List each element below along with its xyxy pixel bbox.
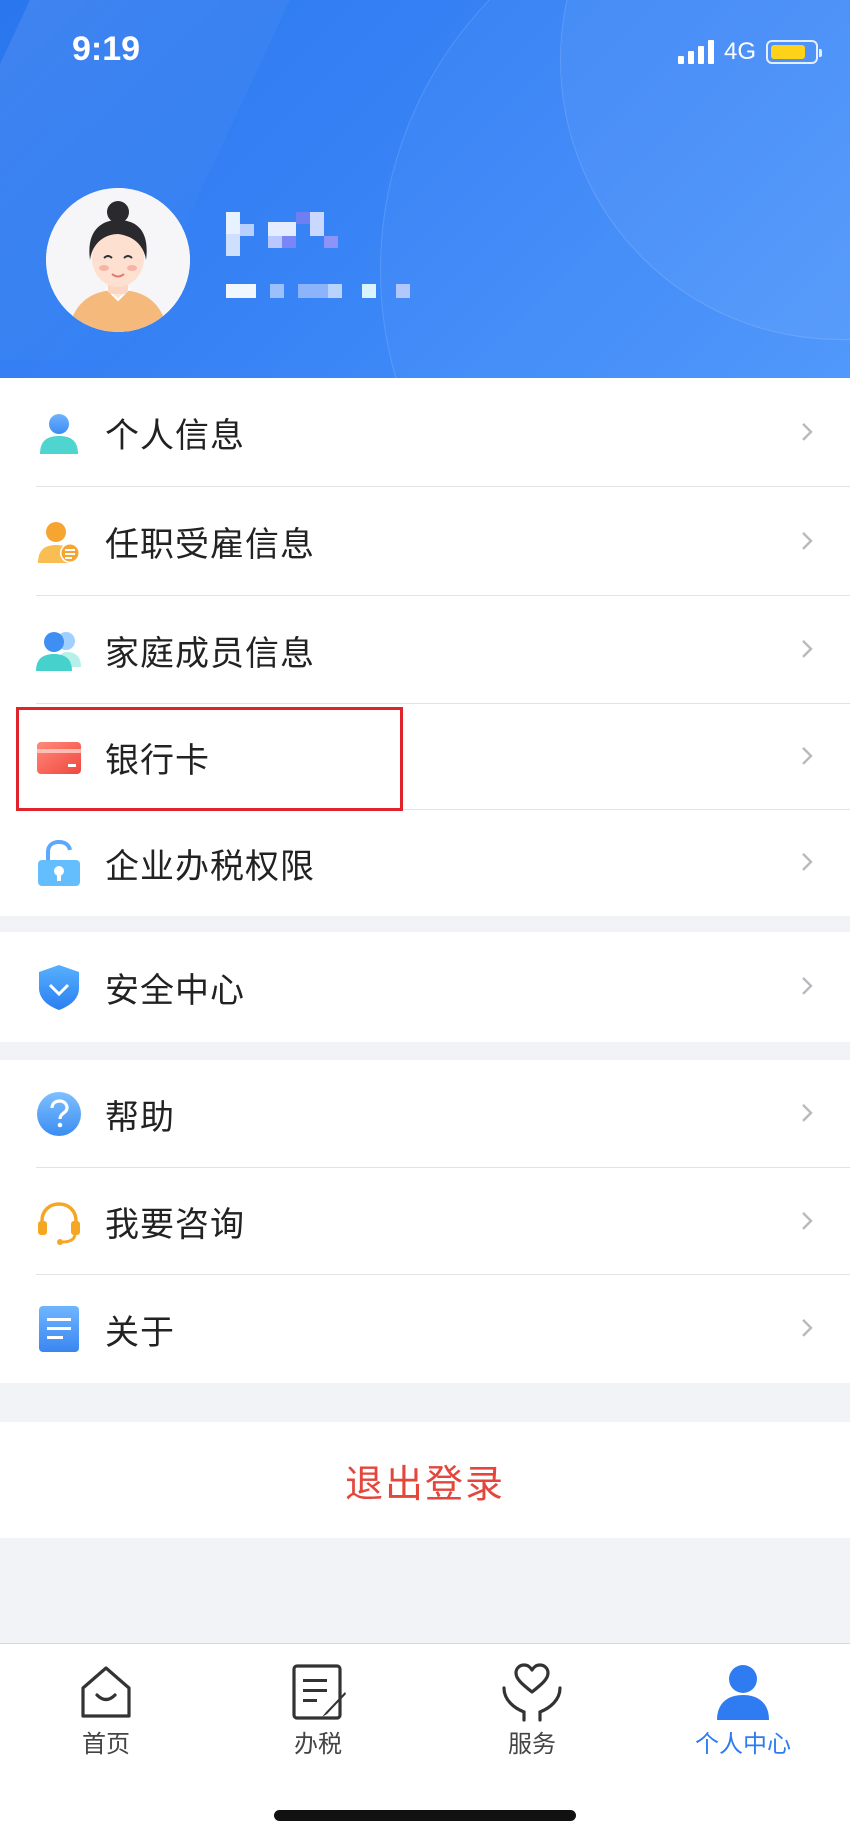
tab-service[interactable]: 服务 (462, 1662, 602, 1762)
tab-tax[interactable]: 办税 (248, 1662, 388, 1762)
profile-header: 9:19 4G (0, 0, 850, 378)
headset-icon (36, 1199, 82, 1245)
menu-item-label: 家庭成员信息 (105, 633, 315, 674)
menu-item-label: 安全中心 (105, 970, 245, 1011)
menu-item-enterprise-tax-permission[interactable]: 企业办税权限 (0, 810, 850, 916)
service-heart-icon (502, 1663, 562, 1722)
chevron-right-icon (802, 1104, 813, 1122)
tab-label: 个人中心 (695, 1730, 791, 1758)
chevron-right-icon (802, 747, 813, 765)
menu-item-label: 个人信息 (105, 416, 245, 456)
menu-item-label: 帮助 (105, 1097, 175, 1138)
menu-item-about[interactable]: 关于 (0, 1275, 850, 1383)
chevron-right-icon (802, 853, 813, 871)
employment-info-icon (36, 519, 82, 565)
menu-item-label: 我要咨询 (105, 1205, 245, 1245)
menu-item-help[interactable]: 帮助 (0, 1060, 850, 1168)
battery-level (771, 45, 805, 59)
document-icon (36, 1306, 82, 1352)
tab-profile[interactable]: 个人中心 (672, 1662, 814, 1762)
menu-item-label: 任职受雇信息 (105, 525, 315, 565)
menu-group-security: 安全中心 (0, 932, 850, 1042)
menu-item-employment-info[interactable]: 任职受雇信息 (0, 487, 850, 596)
family-members-icon (36, 627, 82, 673)
person-icon (36, 410, 82, 456)
menu-group-support: 帮助 我要咨询 关于 (0, 1060, 850, 1383)
tab-label: 服务 (508, 1730, 556, 1758)
menu-group-personal: 个人信息 任职受雇信息 家庭成员信息 银行卡 企业办税权限 (0, 378, 850, 916)
chevron-right-icon (802, 1319, 813, 1337)
menu-item-personal-info[interactable]: 个人信息 (0, 378, 850, 487)
status-time: 9:19 (72, 30, 141, 68)
user-name-pixelated (226, 212, 356, 256)
logout-label: 退出登录 (344, 1461, 505, 1506)
user-id-pixelated (226, 284, 416, 302)
female-avatar-icon[interactable] (46, 188, 190, 332)
tax-form-icon (292, 1664, 346, 1720)
network-type: 4G (723, 38, 756, 65)
menu-item-security-center[interactable]: 安全中心 (0, 932, 850, 1042)
profile-icon (717, 1665, 769, 1720)
menu-item-label: 关于 (105, 1312, 175, 1353)
logout-button[interactable]: 退出登录 (0, 1422, 850, 1538)
status-indicators: 4G (677, 38, 822, 66)
chevron-right-icon (802, 640, 813, 658)
home-indicator[interactable] (274, 1810, 576, 1821)
chevron-right-icon (802, 422, 813, 441)
chevron-right-icon (802, 531, 813, 550)
menu-item-consult[interactable]: 我要咨询 (0, 1168, 850, 1275)
home-icon (81, 1666, 131, 1718)
lock-key-icon (36, 839, 82, 886)
tab-label: 首页 (82, 1730, 130, 1758)
highlight-box (16, 707, 403, 811)
menu-item-label: 企业办税权限 (105, 846, 315, 887)
tab-label: 办税 (294, 1730, 342, 1758)
menu-item-family-info[interactable]: 家庭成员信息 (0, 596, 850, 704)
battery-icon (766, 40, 822, 64)
help-icon (36, 1091, 82, 1137)
chevron-right-icon (802, 1211, 813, 1230)
shield-icon (36, 964, 82, 1010)
chevron-right-icon (802, 977, 813, 995)
tab-home[interactable]: 首页 (36, 1662, 176, 1762)
signal-icon (677, 40, 714, 64)
